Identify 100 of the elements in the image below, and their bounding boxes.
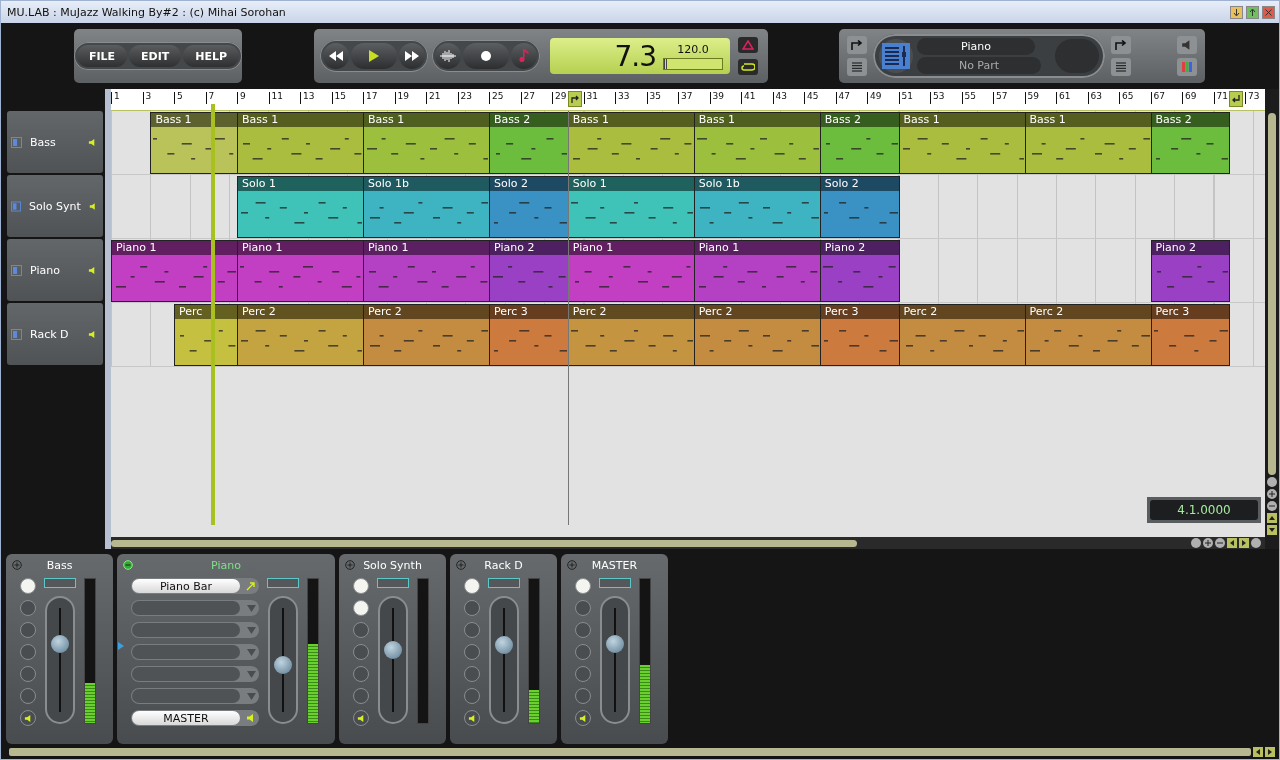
route-button[interactable] xyxy=(1111,36,1131,54)
mute-button[interactable] xyxy=(575,710,591,726)
channel-button[interactable] xyxy=(353,644,369,660)
clip[interactable]: Piano 1 xyxy=(237,240,364,302)
list-button[interactable] xyxy=(847,58,867,76)
clip[interactable]: Bass 1 xyxy=(237,112,364,174)
clip[interactable]: Piano 2 xyxy=(1150,240,1231,302)
scrollbar-thumb[interactable] xyxy=(111,539,857,547)
fader-thumb[interactable] xyxy=(51,635,69,654)
mute-button[interactable] xyxy=(464,710,480,726)
channel-button[interactable] xyxy=(20,644,36,660)
channel-button[interactable] xyxy=(20,600,36,616)
clip[interactable]: Perc 2 xyxy=(1024,304,1152,366)
clip[interactable]: Piano 1 xyxy=(693,240,821,302)
clip[interactable]: Solo 2 xyxy=(819,176,900,238)
zoom-in-button[interactable] xyxy=(1203,538,1213,548)
zoom-out-button[interactable] xyxy=(1267,501,1277,511)
insert-slot[interactable]: Piano Bar xyxy=(131,578,259,594)
clip[interactable]: Perc 2 xyxy=(693,304,821,366)
mute-button[interactable] xyxy=(353,710,369,726)
clip[interactable]: Piano 1 xyxy=(567,240,695,302)
clip[interactable]: Bass 1 xyxy=(567,112,695,174)
scroll-right-button[interactable] xyxy=(1239,538,1249,548)
channel-button[interactable] xyxy=(464,578,480,594)
expand-icon[interactable] xyxy=(456,560,466,570)
channel-button[interactable] xyxy=(464,622,480,638)
loop-button[interactable] xyxy=(738,59,758,75)
clip[interactable]: Piano 1 xyxy=(363,240,490,302)
zoom-button[interactable] xyxy=(1191,538,1201,548)
clip[interactable]: Piano 1 xyxy=(111,240,238,302)
clip[interactable]: Bass 2 xyxy=(819,112,900,174)
clip[interactable]: Perc 2 xyxy=(237,304,364,366)
color-button[interactable] xyxy=(1177,58,1197,76)
channel-button[interactable] xyxy=(20,622,36,638)
clip[interactable]: Solo 2 xyxy=(489,176,569,238)
clip[interactable]: Piano 2 xyxy=(489,240,569,302)
channel-button[interactable] xyxy=(575,600,591,616)
scroll-up-button[interactable] xyxy=(1267,513,1277,523)
scroll-right-button[interactable] xyxy=(1265,747,1275,757)
channel-button[interactable] xyxy=(575,666,591,682)
channel-button[interactable] xyxy=(464,600,480,616)
track-header[interactable]: Piano xyxy=(7,239,103,301)
clip[interactable]: Bass 2 xyxy=(1150,112,1231,174)
zoom-button[interactable] xyxy=(1267,477,1277,487)
clip[interactable]: Perc xyxy=(174,304,238,366)
metronome-button[interactable] xyxy=(511,43,537,69)
clip[interactable]: Perc 2 xyxy=(898,304,1026,366)
scrollbar-thumb[interactable] xyxy=(9,748,1251,756)
channel-button[interactable] xyxy=(464,644,480,660)
fader-thumb[interactable] xyxy=(495,636,513,655)
warning-button[interactable] xyxy=(738,37,758,53)
clip[interactable]: Perc 2 xyxy=(363,304,490,366)
clip[interactable]: Solo 1 xyxy=(567,176,695,238)
close-button[interactable] xyxy=(1262,5,1275,19)
loop-start-marker[interactable] xyxy=(567,91,582,107)
clip[interactable]: Perc 3 xyxy=(1150,304,1231,366)
zoom-out-button[interactable] xyxy=(1215,538,1225,548)
channel-button[interactable] xyxy=(353,622,369,638)
channel-button[interactable] xyxy=(353,600,369,616)
clip[interactable]: Bass 1 xyxy=(1024,112,1152,174)
expand-icon[interactable] xyxy=(567,560,577,570)
clip[interactable]: Bass 2 xyxy=(489,112,569,174)
zoom-in-button[interactable] xyxy=(1267,489,1277,499)
expand-icon[interactable] xyxy=(12,560,22,570)
clip[interactable]: Bass 1 xyxy=(693,112,821,174)
loop-end-marker[interactable] xyxy=(1229,91,1244,107)
maximize-button[interactable] xyxy=(1246,5,1259,19)
fader-thumb[interactable] xyxy=(274,656,292,675)
list-button[interactable] xyxy=(1111,58,1131,76)
channel-button[interactable] xyxy=(353,666,369,682)
scroll-down-button[interactable] xyxy=(1267,525,1277,535)
minimize-button[interactable] xyxy=(1230,5,1243,19)
waveform-button[interactable] xyxy=(435,43,461,69)
clip[interactable]: Solo 1b xyxy=(363,176,490,238)
channel-button[interactable] xyxy=(575,578,591,594)
channel-button[interactable] xyxy=(353,688,369,704)
menu-button[interactable]: HELP xyxy=(183,45,240,67)
channel-button[interactable] xyxy=(353,578,369,594)
record-button[interactable] xyxy=(463,43,509,69)
rewind-button[interactable] xyxy=(323,43,349,69)
playhead[interactable] xyxy=(211,104,216,525)
clip[interactable]: Perc 3 xyxy=(489,304,569,366)
track-header[interactable]: Solo Synt xyxy=(7,175,103,237)
mute-button[interactable] xyxy=(1177,36,1197,54)
fader-thumb[interactable] xyxy=(384,641,402,660)
fader-thumb[interactable] xyxy=(606,635,624,654)
zoom-button[interactable] xyxy=(1251,538,1261,548)
expand-icon[interactable] xyxy=(345,560,355,570)
channel-button[interactable] xyxy=(575,688,591,704)
scroll-left-button[interactable] xyxy=(1227,538,1237,548)
clip[interactable]: Piano 2 xyxy=(819,240,900,302)
scrollbar-thumb[interactable] xyxy=(1268,113,1276,475)
clip[interactable]: Solo 1 xyxy=(237,176,364,238)
track-header[interactable]: Rack D xyxy=(7,303,103,365)
menu-button[interactable]: FILE xyxy=(76,45,128,67)
mute-button[interactable] xyxy=(20,710,36,726)
channel-button[interactable] xyxy=(464,666,480,682)
fast-forward-button[interactable] xyxy=(399,43,425,69)
channel-button[interactable] xyxy=(20,578,36,594)
channel-button[interactable] xyxy=(464,688,480,704)
